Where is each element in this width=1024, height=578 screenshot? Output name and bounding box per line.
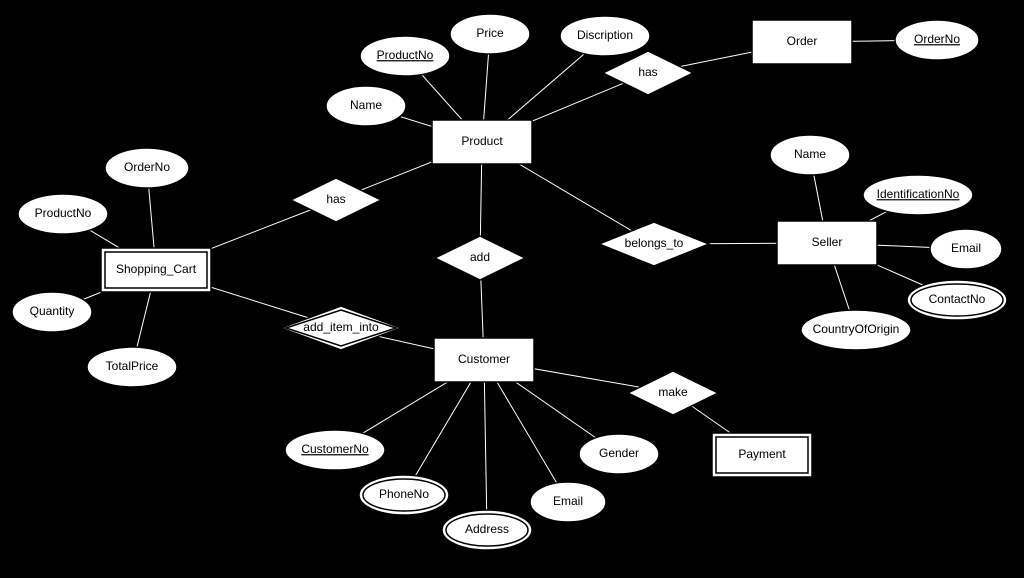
attribute-label: Email bbox=[951, 241, 981, 255]
attribute-label: IdentificationNo bbox=[877, 187, 960, 201]
attribute-name_seller: Name bbox=[770, 135, 850, 175]
attribute-email_seller: Email bbox=[930, 229, 1002, 269]
attribute-label: Price bbox=[476, 26, 504, 40]
attribute-label: ProductNo bbox=[35, 206, 92, 220]
attribute-contactno: ContactNo bbox=[907, 280, 1007, 320]
attribute-gender: Gender bbox=[579, 434, 659, 474]
attribute-label: Name bbox=[350, 98, 382, 112]
attribute-customerno: CustomerNo bbox=[285, 430, 385, 470]
attribute-label: TotalPrice bbox=[106, 359, 159, 373]
attribute-label: Address bbox=[465, 522, 509, 536]
entity-label: Payment bbox=[738, 447, 786, 461]
relationship-label: add_item_into bbox=[303, 320, 379, 334]
entity-label: Seller bbox=[812, 235, 843, 249]
attribute-country: CountryOfOrigin bbox=[801, 310, 911, 350]
relationship-make: make bbox=[628, 371, 718, 415]
attribute-label: OrderNo bbox=[914, 32, 960, 46]
attribute-label: Quantity bbox=[30, 304, 75, 318]
entity-label: Customer bbox=[458, 352, 510, 366]
relationship-add: add bbox=[435, 236, 525, 280]
attribute-label: Email bbox=[553, 494, 583, 508]
attribute-cart_orderno: OrderNo bbox=[105, 148, 189, 188]
attribute-label: PhoneNo bbox=[379, 487, 429, 501]
entity-label: Shopping_Cart bbox=[116, 262, 197, 276]
attribute-label: CountryOfOrigin bbox=[813, 322, 900, 336]
attribute-label: Discription bbox=[577, 28, 633, 42]
relationship-label: add bbox=[470, 250, 490, 264]
relationship-has_product_cart: has bbox=[291, 178, 381, 222]
attribute-label: CustomerNo bbox=[301, 442, 369, 456]
relationship-label: has bbox=[326, 192, 345, 206]
attribute-orderno: OrderNo bbox=[895, 20, 979, 60]
attribute-discription: Discription bbox=[560, 16, 650, 56]
entity-label: Order bbox=[787, 34, 818, 48]
attribute-address: Address bbox=[442, 510, 532, 550]
er-diagram: Product Customer Seller Order Payment Shoppin… bbox=[0, 0, 1024, 578]
attribute-phoneno: PhoneNo bbox=[359, 475, 449, 515]
entity-payment: Payment bbox=[712, 433, 812, 477]
relationship-add_item_into: add_item_into bbox=[281, 306, 401, 350]
attribute-cart_totalprice: TotalPrice bbox=[87, 347, 177, 387]
attribute-label: ContactNo bbox=[929, 292, 986, 306]
relationship-has_product_seller: has bbox=[603, 51, 693, 95]
attribute-email_cust: Email bbox=[530, 482, 606, 522]
attribute-label: Gender bbox=[599, 446, 639, 460]
attribute-cart_productno: ProductNo bbox=[18, 194, 108, 234]
entity-label: Product bbox=[461, 134, 503, 148]
attribute-label: ProductNo bbox=[377, 48, 434, 62]
relationship-label: make bbox=[658, 385, 688, 399]
entity-shopping_cart: Shopping_Cart bbox=[101, 248, 211, 292]
attribute-label: Name bbox=[794, 147, 826, 161]
attribute-price: Price bbox=[450, 14, 530, 54]
entity-seller: Seller bbox=[777, 221, 877, 265]
relationship-label: belongs_to bbox=[625, 236, 684, 250]
relationship-label: has bbox=[638, 65, 657, 79]
attribute-name_product: Name bbox=[326, 86, 406, 126]
attribute-productno: ProductNo bbox=[360, 36, 450, 76]
attribute-cart_quantity: Quantity bbox=[12, 292, 92, 332]
entity-customer: Customer bbox=[434, 338, 534, 382]
relationship-belongs_to: belongs_to bbox=[599, 222, 709, 266]
entity-product: Product bbox=[432, 120, 532, 164]
entity-order: Order bbox=[752, 20, 852, 64]
attribute-identno: IdentificationNo bbox=[863, 175, 973, 215]
attribute-label: OrderNo bbox=[124, 160, 170, 174]
